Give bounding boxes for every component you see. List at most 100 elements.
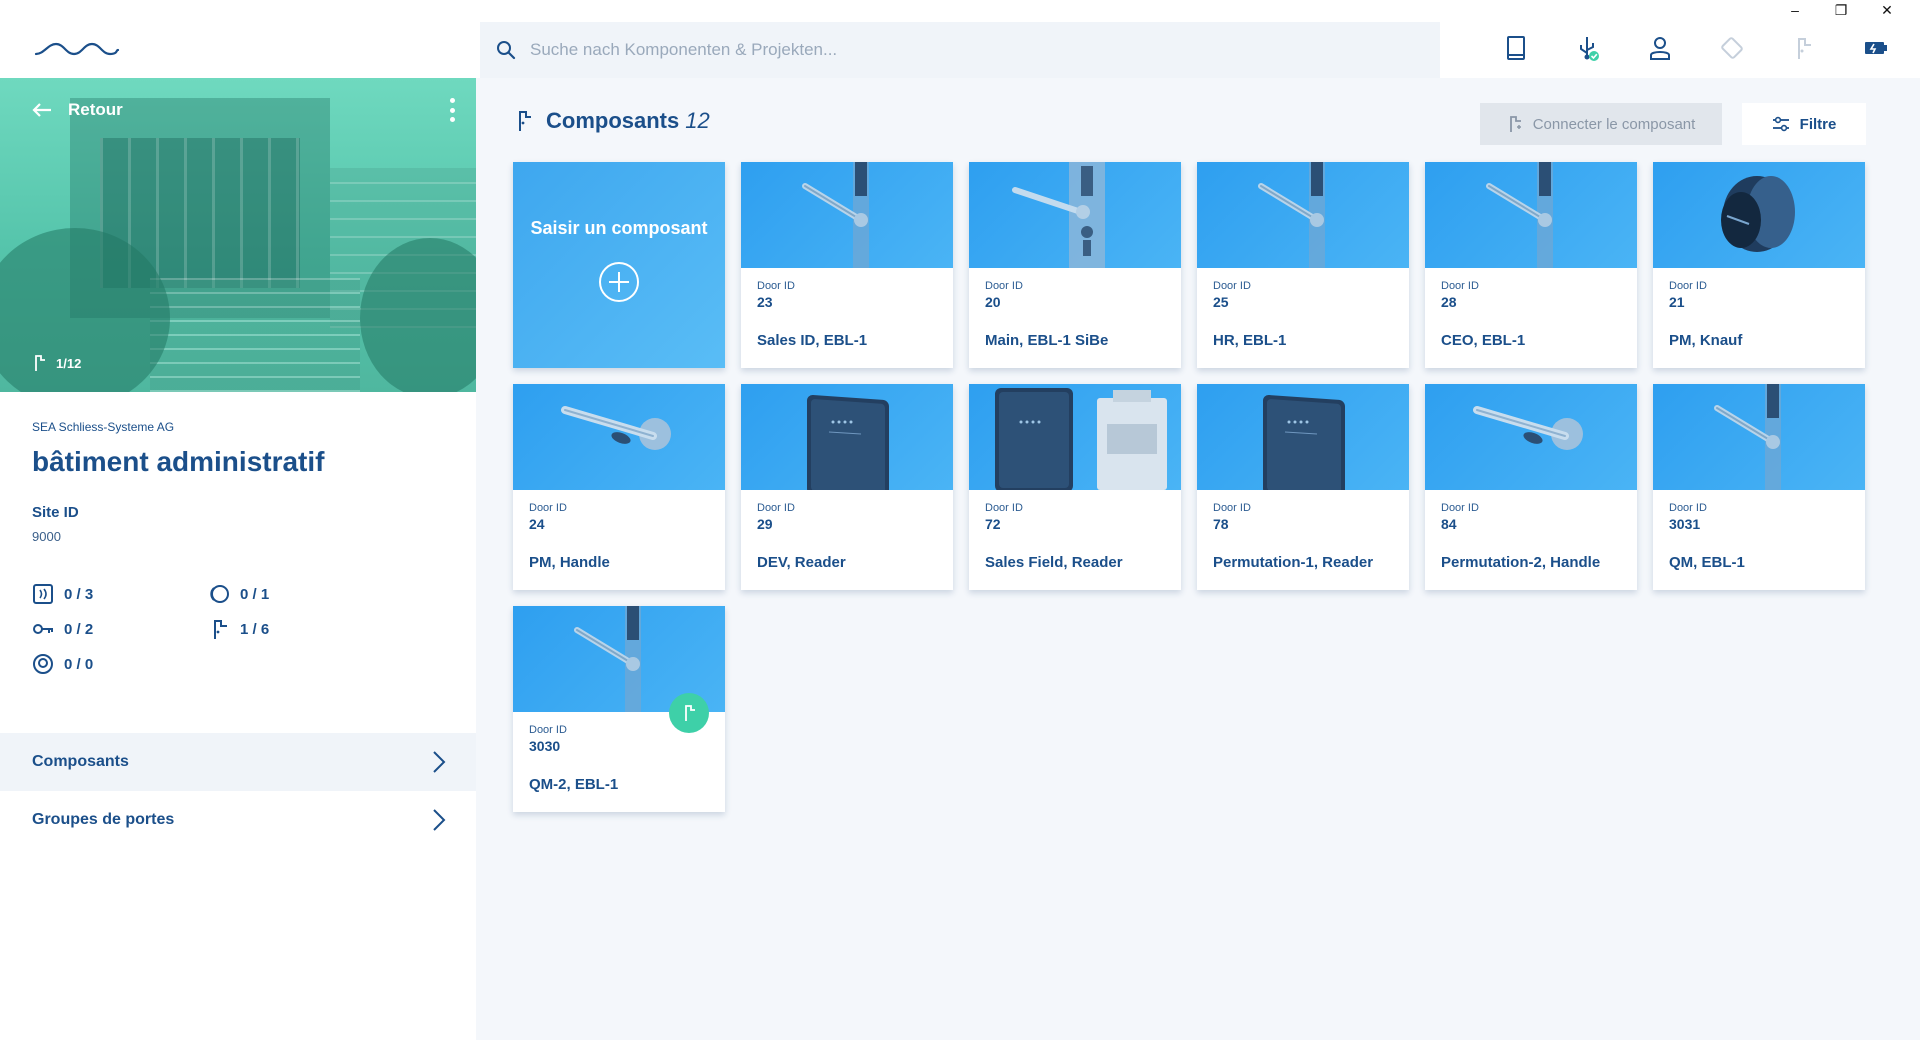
component-name: Main, EBL-1 SiBe bbox=[985, 332, 1109, 349]
door-id-label: Door ID bbox=[757, 502, 795, 514]
component-info: Door ID 84 Permutation-2, Handle bbox=[1425, 490, 1637, 571]
back-label: Retour bbox=[68, 100, 123, 119]
component-card[interactable]: Door ID 3031 QM, EBL-1 bbox=[1653, 384, 1865, 590]
handle-button[interactable] bbox=[1768, 32, 1840, 64]
component-illustration bbox=[1486, 162, 1553, 268]
battery-icon bbox=[1865, 42, 1887, 54]
book-icon bbox=[1507, 36, 1525, 60]
add-component-label: Saisir un composant bbox=[530, 217, 708, 238]
door-id-value: 29 bbox=[757, 516, 773, 532]
connect-component-button[interactable]: Connecter le composant bbox=[1480, 103, 1722, 145]
minimize-button[interactable]: – bbox=[1772, 0, 1818, 20]
component-card[interactable]: Door ID 78 Permutation-1, Reader bbox=[1197, 384, 1409, 590]
door-id-label: Door ID bbox=[757, 280, 795, 292]
battery-button[interactable] bbox=[1840, 32, 1912, 64]
component-card[interactable]: Door ID 21 PM, Knauf bbox=[1653, 162, 1865, 368]
image-counter: 1/12 bbox=[32, 354, 81, 372]
door-id-label: Door ID bbox=[1669, 502, 1707, 514]
back-button[interactable]: Retour bbox=[32, 100, 123, 120]
door-id-value: 3031 bbox=[1669, 516, 1701, 532]
window-controls: – ❐ ✕ bbox=[1772, 0, 1910, 20]
component-card[interactable]: Door ID 3030 QM-2, EBL-1 bbox=[513, 606, 725, 812]
stat-keys: 0 / 2 bbox=[32, 618, 93, 640]
component-illustration bbox=[995, 388, 1167, 490]
search-bar[interactable] bbox=[480, 22, 1440, 78]
door-id-label: Door ID bbox=[1669, 280, 1707, 292]
component-name: Sales ID, EBL-1 bbox=[757, 332, 868, 349]
component-card[interactable]: Door ID 28 CEO, EBL-1 bbox=[1425, 162, 1637, 368]
section-title: Composants bbox=[546, 108, 680, 133]
component-name: QM, EBL-1 bbox=[1669, 554, 1745, 571]
component-image bbox=[741, 162, 953, 268]
component-card[interactable]: Door ID 25 HR, EBL-1 bbox=[1197, 162, 1409, 368]
component-card[interactable]: Door ID 20 Main, EBL-1 SiBe bbox=[969, 162, 1181, 368]
door-id-value: 20 bbox=[985, 294, 1001, 310]
cylinder-icon bbox=[210, 585, 229, 603]
component-illustration bbox=[1258, 162, 1325, 268]
door-id-value: 25 bbox=[1213, 294, 1229, 310]
door-id-label: Door ID bbox=[985, 280, 1023, 292]
door-id-value: 24 bbox=[529, 516, 545, 532]
door-id-value: 23 bbox=[757, 294, 773, 310]
usb-button[interactable] bbox=[1552, 32, 1624, 64]
arrow-left-icon bbox=[32, 103, 51, 117]
component-name: PM, Handle bbox=[529, 554, 610, 571]
component-name: PM, Knauf bbox=[1669, 332, 1743, 349]
close-button[interactable]: ✕ bbox=[1864, 0, 1910, 20]
stat-readers: 0 / 3 bbox=[32, 583, 93, 605]
sidebar: Retour 1/12 SEA Schliess-Systeme AG bâti… bbox=[0, 78, 476, 1040]
component-info: Door ID 23 Sales ID, EBL-1 bbox=[741, 268, 953, 349]
component-name: Permutation-2, Handle bbox=[1441, 554, 1601, 571]
component-image bbox=[1425, 384, 1637, 490]
app-window: – ❐ ✕ Retour 1/12 bbox=[0, 0, 1920, 1040]
door-id-value: 3030 bbox=[529, 738, 561, 754]
site-title: bâtiment administratif bbox=[32, 446, 325, 477]
stat-cylinders: 0 / 1 bbox=[208, 583, 269, 605]
filter-button[interactable]: Filtre bbox=[1742, 103, 1866, 145]
site-image: Retour 1/12 bbox=[0, 78, 476, 392]
component-card[interactable]: Door ID 29 DEV, Reader bbox=[741, 384, 953, 590]
organization-name: SEA Schliess-Systeme AG bbox=[32, 420, 175, 434]
nav-item-groupes-de-portes[interactable]: Groupes de portes bbox=[0, 791, 476, 849]
top-bar: – ❐ ✕ bbox=[0, 0, 1920, 78]
component-info: Door ID 21 PM, Knauf bbox=[1653, 268, 1865, 349]
door-id-label: Door ID bbox=[985, 502, 1023, 514]
tag-icon bbox=[1721, 37, 1743, 59]
wall-reader-icon bbox=[33, 654, 53, 674]
stat-other: 0 / 0 bbox=[32, 653, 93, 675]
main-content: Composants 12 Connecter le composant Fil… bbox=[476, 78, 1920, 1040]
component-card[interactable]: Door ID 24 PM, Handle bbox=[513, 384, 725, 590]
component-image bbox=[741, 384, 953, 490]
usb-connected-icon bbox=[1580, 37, 1599, 61]
door-id-label: Door ID bbox=[1441, 280, 1479, 292]
brand-logo bbox=[34, 42, 120, 56]
door-id-label: Door ID bbox=[1441, 502, 1479, 514]
tag-button[interactable] bbox=[1696, 32, 1768, 64]
component-name: Sales Field, Reader bbox=[985, 554, 1123, 571]
more-options-icon[interactable] bbox=[446, 98, 458, 122]
handle-icon bbox=[685, 705, 695, 721]
door-id-label: Door ID bbox=[1213, 502, 1251, 514]
component-illustration bbox=[1263, 395, 1345, 490]
door-id-label: Door ID bbox=[1213, 280, 1251, 292]
component-image bbox=[1653, 162, 1865, 268]
nav-item-label: Composants bbox=[32, 753, 129, 770]
entrance-stairs bbox=[150, 278, 360, 392]
component-name: Permutation-1, Reader bbox=[1213, 554, 1374, 571]
search-input[interactable] bbox=[530, 40, 1410, 60]
handle-icon bbox=[1509, 116, 1521, 132]
door-id-value: 72 bbox=[985, 516, 1001, 532]
restore-button[interactable]: ❐ bbox=[1818, 0, 1864, 20]
nav-item-composants[interactable]: Composants bbox=[0, 733, 476, 791]
component-card[interactable]: Door ID 72 Sales Field, Reader bbox=[969, 384, 1181, 590]
book-button[interactable] bbox=[1480, 32, 1552, 64]
component-illustration bbox=[1012, 162, 1105, 268]
component-illustration bbox=[1721, 176, 1795, 252]
section-header: Composants 12 bbox=[516, 108, 710, 134]
plus-circle-icon bbox=[599, 261, 639, 302]
component-card[interactable]: Door ID 23 Sales ID, EBL-1 bbox=[741, 162, 953, 368]
add-component-card[interactable]: Saisir un composant bbox=[513, 162, 725, 368]
user-button[interactable] bbox=[1624, 32, 1696, 64]
component-card[interactable]: Door ID 84 Permutation-2, Handle bbox=[1425, 384, 1637, 590]
component-name: CEO, EBL-1 bbox=[1441, 332, 1526, 349]
